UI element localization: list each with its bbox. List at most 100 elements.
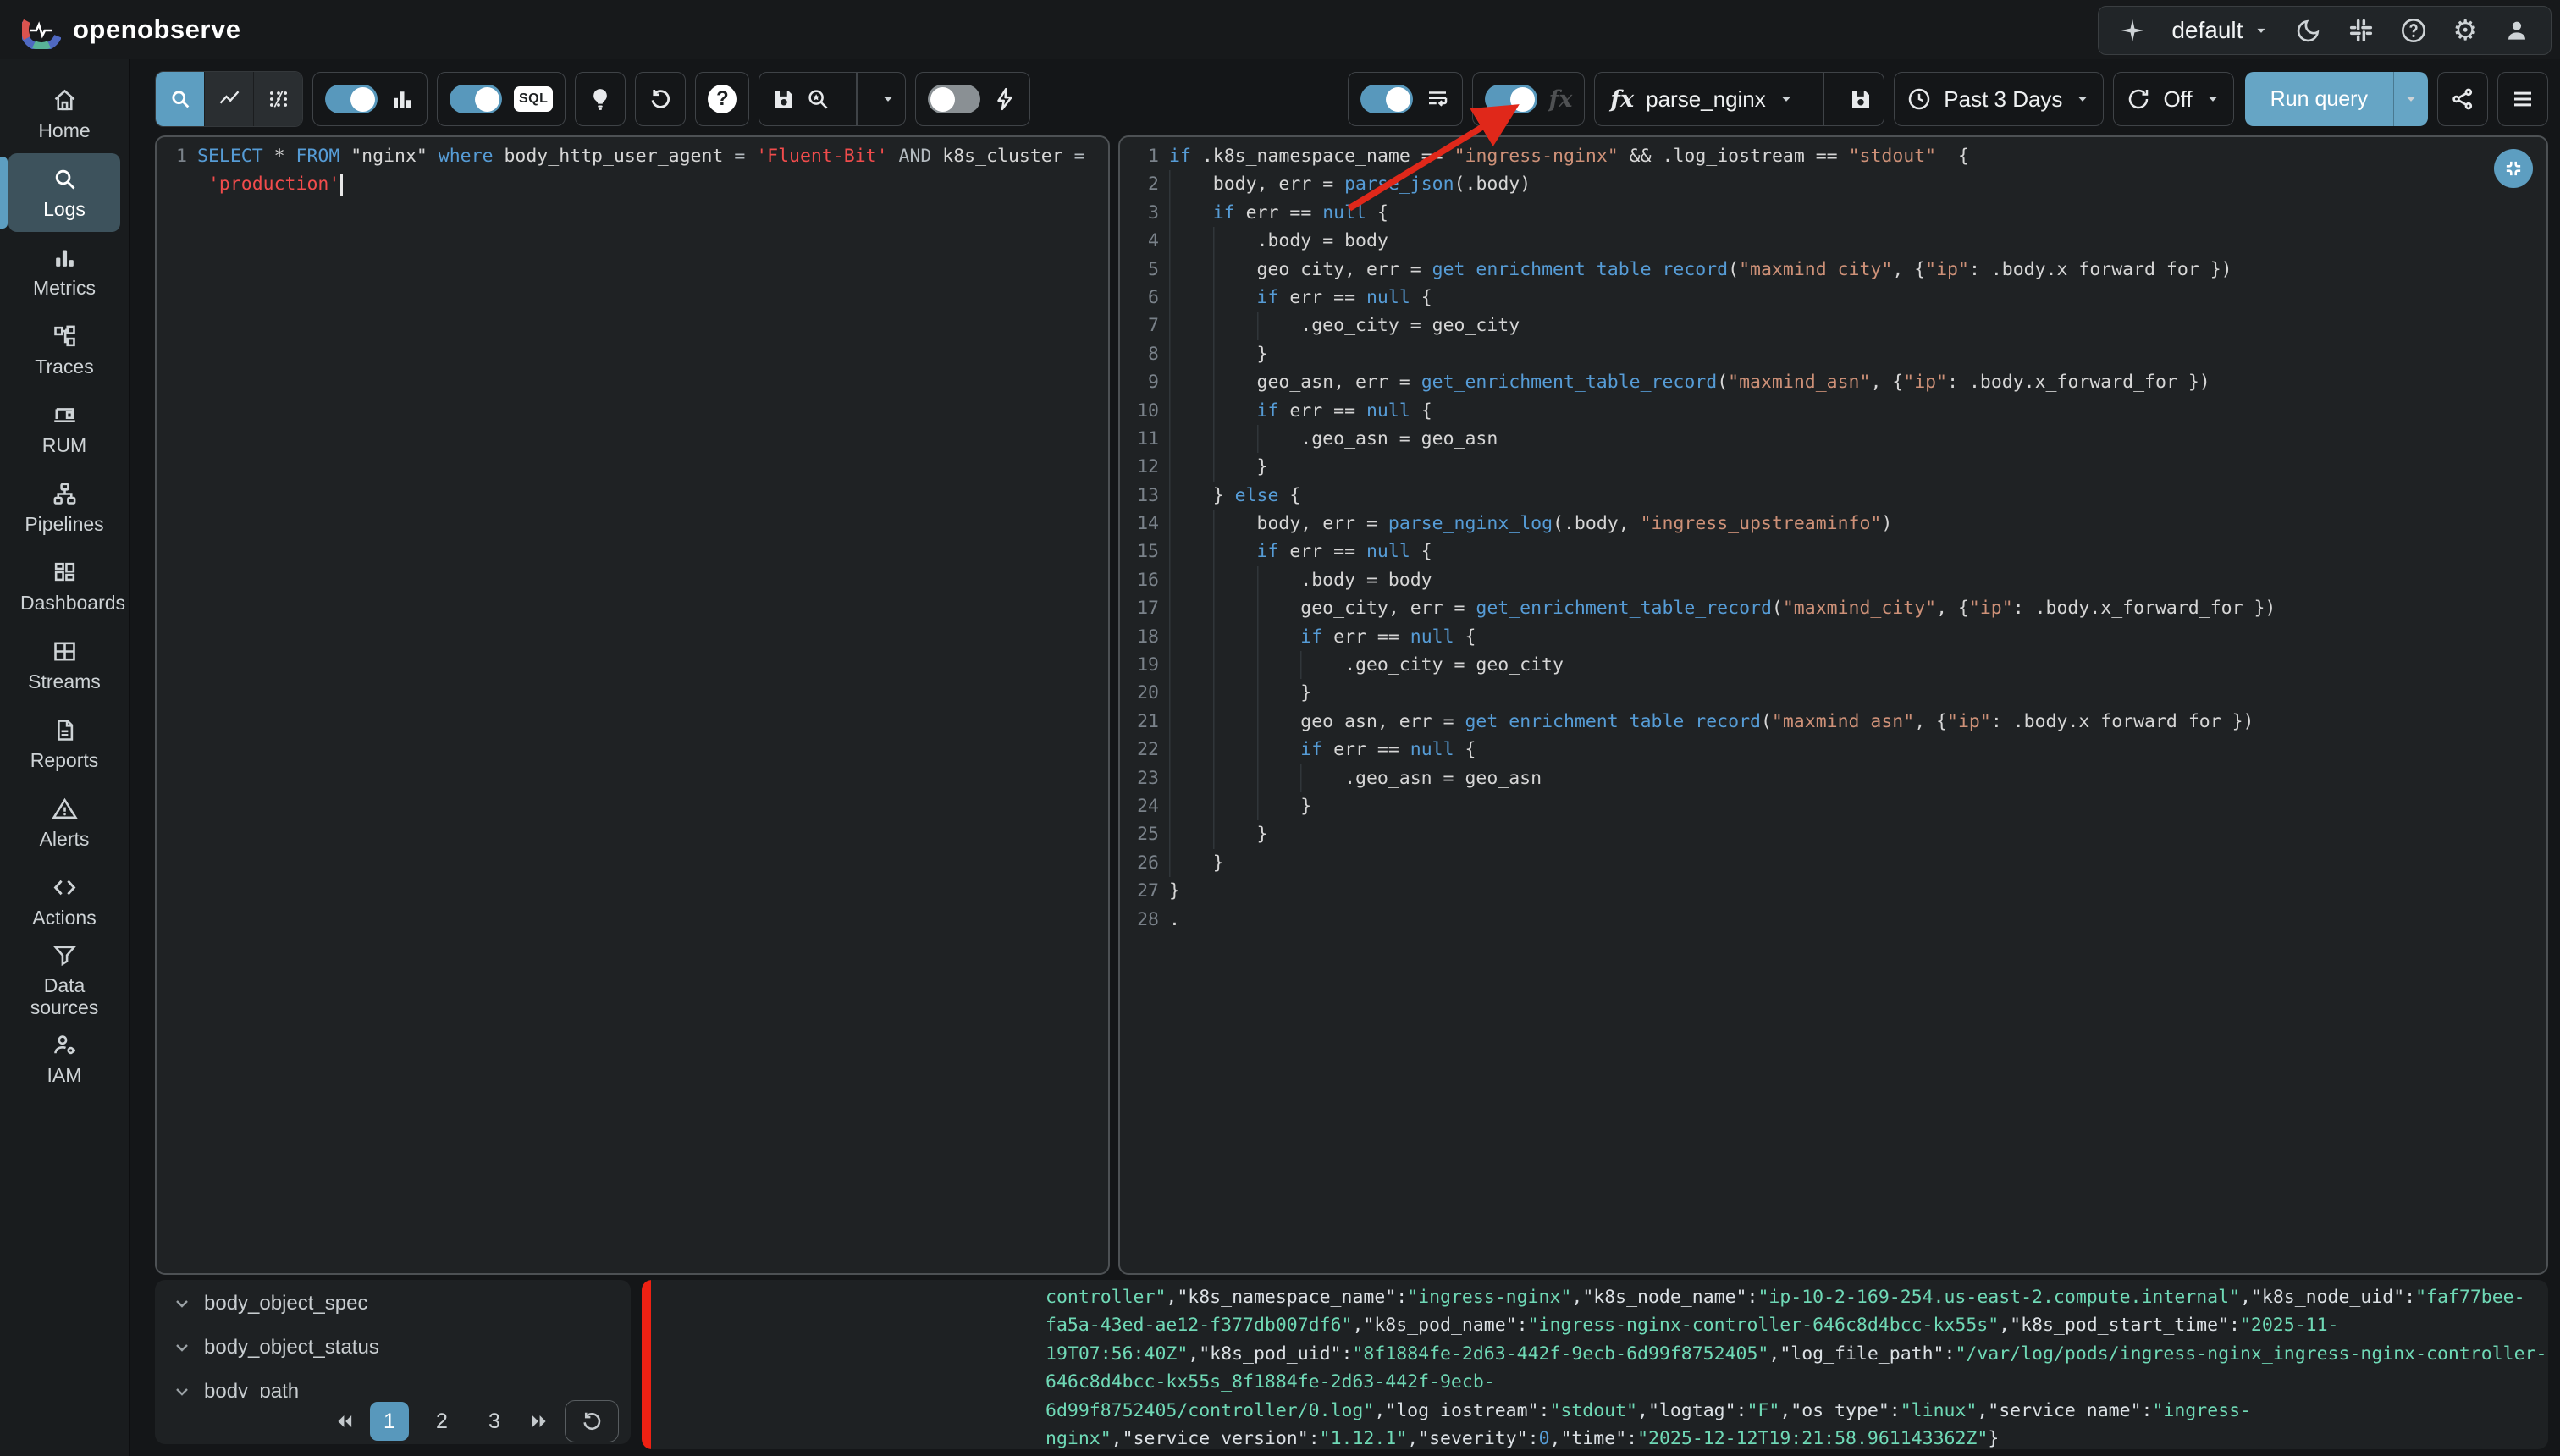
brand-name: openobserve — [73, 14, 240, 45]
code-token: { — [1410, 287, 1432, 308]
sidebar-item-metrics[interactable]: Metrics — [0, 232, 129, 311]
line-number: 21 — [1120, 708, 1169, 736]
sidebar-item-traces[interactable]: Traces — [0, 311, 129, 389]
sidebar-item-reports[interactable]: Reports — [0, 704, 129, 783]
indent-guide — [1213, 820, 1257, 848]
field-row-body-path[interactable]: body_path — [155, 1370, 631, 1398]
reset-query-button[interactable] — [635, 72, 686, 126]
sidebar-item-data-sources[interactable]: Data sources — [0, 940, 129, 1019]
function-selector[interactable]: fx parse_nginx — [1595, 86, 1809, 113]
log-token: : — [1309, 1428, 1320, 1449]
chevron-down-icon — [2074, 91, 2091, 108]
log-token: : — [1890, 1400, 1901, 1421]
chevron-down-icon — [172, 1337, 192, 1358]
run-query-button[interactable]: Run query — [2245, 72, 2393, 126]
page-button-1[interactable]: 1 — [370, 1402, 409, 1441]
saved-views-button[interactable] — [759, 86, 842, 112]
last-page-icon[interactable] — [527, 1409, 551, 1433]
code-token: 'production' — [208, 174, 339, 195]
account-icon[interactable] — [2503, 17, 2530, 44]
clock-icon — [1906, 86, 1932, 112]
sidebar-item-pipelines[interactable]: Pipelines — [0, 468, 129, 547]
wrap-lines-toggle[interactable] — [1360, 85, 1413, 113]
toggle-knob — [475, 87, 499, 112]
line-number: 22 — [1120, 736, 1169, 764]
chevron-down-icon — [2253, 22, 2270, 39]
field-row-body-object-status[interactable]: body_object_status — [155, 1326, 631, 1370]
sql-query-editor[interactable]: 1SELECT * FROM "nginx" where body_http_u… — [155, 135, 1110, 1275]
code-token: AND — [899, 146, 932, 167]
code-token: err == — [1278, 541, 1366, 562]
help-icon[interactable] — [2400, 17, 2427, 44]
indent-guide — [1169, 510, 1213, 538]
time-range-selector[interactable]: Past 3 Days — [1894, 72, 2104, 126]
sql-code: 1SELECT * FROM "nginx" where body_http_u… — [157, 137, 1108, 199]
page-button-3[interactable]: 3 — [475, 1402, 514, 1441]
code-token: } — [1169, 880, 1180, 902]
settings-gear-icon[interactable]: ⚙ — [2452, 17, 2478, 44]
auto-refresh-selector[interactable]: Off — [2113, 72, 2233, 126]
divider — [856, 73, 858, 125]
code-tokens: if err == null { — [1257, 538, 1432, 565]
vrl-function-editor[interactable]: 1if .k8s_namespace_name == "ingress-ngin… — [1118, 135, 2548, 1275]
saved-views-caret-button[interactable] — [871, 91, 905, 108]
expand-editor-button[interactable] — [2494, 149, 2533, 188]
sidebar-item-logs[interactable]: Logs — [8, 153, 120, 232]
code-tokens: } — [1257, 453, 1268, 481]
code-token: body, err = — [1213, 174, 1344, 195]
menu-button[interactable] — [2497, 72, 2548, 126]
vrl-function-toggle[interactable] — [1485, 85, 1537, 113]
code-token: body, err = — [1257, 513, 1388, 534]
sidebar-item-rum[interactable]: RUM — [0, 389, 129, 468]
line-number: 6 — [1120, 284, 1169, 312]
sidebar-item-home[interactable]: Home — [0, 74, 129, 153]
histogram-toggle[interactable] — [325, 85, 378, 113]
refresh-results-button[interactable] — [565, 1400, 619, 1442]
indent-guide — [1213, 340, 1257, 368]
sidebar-item-label: Data sources — [20, 974, 108, 1018]
sidebar-item-iam[interactable]: IAM — [0, 1019, 129, 1098]
query-help-button[interactable]: ? — [695, 72, 749, 126]
log-entry-row[interactable]: controller","k8s_namespace_name":"ingres… — [642, 1280, 2548, 1449]
field-row-body-object-spec[interactable]: body_object_spec — [155, 1282, 631, 1326]
code-token: { — [1410, 541, 1432, 562]
code-line: 18if err == null { — [1120, 623, 2546, 651]
sidebar-item-alerts[interactable]: Alerts — [0, 783, 129, 862]
sidebar-item-actions[interactable]: Actions — [0, 862, 129, 940]
code-brackets-icon — [52, 874, 78, 901]
quick-mode-toggle[interactable] — [928, 85, 980, 113]
sidebar-item-dashboards[interactable]: Dashboards — [0, 547, 129, 626]
page-button-2[interactable]: 2 — [422, 1402, 461, 1441]
sql-mode-toggle[interactable] — [450, 85, 502, 113]
run-query-caret-button[interactable] — [2393, 72, 2428, 126]
line-number: 9 — [1120, 368, 1169, 396]
dark-mode-icon[interactable] — [2295, 17, 2322, 44]
restart-icon — [648, 86, 673, 112]
indent-guide — [1213, 227, 1257, 255]
first-page-icon[interactable] — [333, 1409, 356, 1433]
ai-assistant-icon[interactable] — [2119, 17, 2146, 44]
sidebar-item-streams[interactable]: Streams — [0, 626, 129, 704]
log-token: "service_name" — [1988, 1400, 2141, 1421]
code-token: get_enrichment_table_record — [1421, 372, 1718, 393]
code-token: 'Fluent-Bit' — [756, 146, 887, 167]
bar-chart-icon — [52, 245, 78, 271]
sidebar-item-label: Home — [38, 119, 90, 141]
text-cursor — [340, 174, 343, 196]
search-icon — [52, 166, 78, 192]
patterns-mode-button[interactable] — [253, 72, 302, 126]
share-button[interactable] — [2437, 72, 2488, 126]
wrap-lines-toggle-group — [1348, 72, 1463, 126]
org-selector[interactable]: default — [2171, 17, 2270, 44]
indent-guide — [1169, 256, 1213, 284]
log-token: "k8s_pod_name" — [1363, 1315, 1516, 1336]
indent-guide — [1213, 623, 1257, 651]
slack-icon[interactable] — [2348, 17, 2375, 44]
indent-guide — [1257, 651, 1301, 679]
code-tokens: if err == null { — [1257, 284, 1432, 312]
search-mode-button[interactable] — [156, 72, 204, 126]
suggestions-button[interactable] — [575, 72, 626, 126]
visualize-mode-button[interactable] — [204, 72, 253, 126]
save-function-button[interactable] — [1838, 86, 1884, 112]
log-token: : — [1539, 1400, 1550, 1421]
